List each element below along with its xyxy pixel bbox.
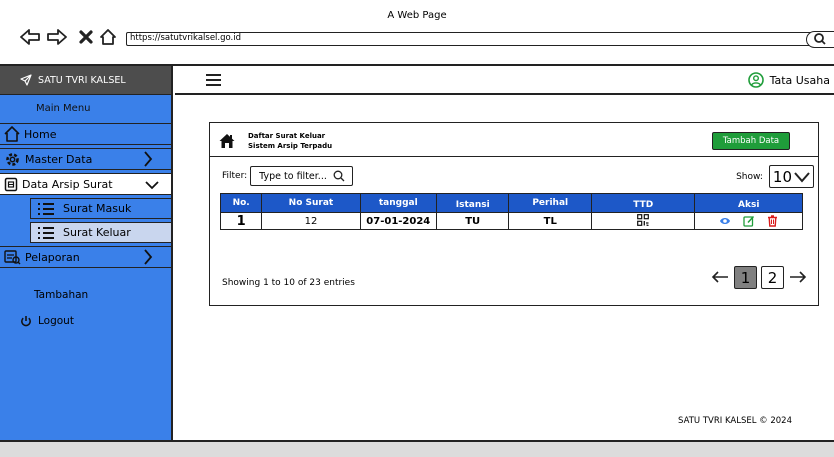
cell-perihal: TL <box>508 212 593 230</box>
sidebar: SATU TVRI KALSEL Main Menu Home Master D… <box>0 66 173 440</box>
browser-search-button[interactable] <box>806 31 834 48</box>
page-1-button[interactable]: 1 <box>734 266 757 289</box>
power-icon <box>21 315 31 326</box>
entries-info: Showing 1 to 10 of 23 entries <box>222 278 355 288</box>
sidebar-item-label: Master Data <box>25 152 93 166</box>
surat-keluar-card: Daftar Surat Keluar Sistem Arsip Terpadu… <box>209 122 819 306</box>
chevron-down-icon <box>145 181 159 190</box>
col-header-ttd[interactable]: TTD <box>591 193 696 213</box>
user-name: Tata Usaha <box>769 73 830 87</box>
search-icon <box>333 170 345 182</box>
col-header-tanggal[interactable]: tanggal <box>359 193 438 213</box>
col-header-no-surat[interactable]: No Surat <box>261 193 361 213</box>
sidebar-item-label: Data Arsip Surat <box>22 177 113 191</box>
card-title-line1: Daftar Surat Keluar <box>248 132 326 140</box>
arrow-right-outline-icon <box>47 29 67 45</box>
trash-icon[interactable] <box>767 215 778 227</box>
sidebar-item-home[interactable]: Home <box>0 123 171 145</box>
show-entries-group: Show: 10 <box>736 165 814 188</box>
stop-button[interactable] <box>76 27 96 47</box>
col-header-no[interactable]: No. <box>219 193 263 213</box>
filter-placeholder: Type to filter... <box>259 170 327 182</box>
page-2-button[interactable]: 2 <box>761 266 784 289</box>
sidebar-item-logout[interactable]: Logout <box>0 308 171 334</box>
sidebar-section-main: Main Menu <box>36 103 91 114</box>
home-icon <box>219 134 235 148</box>
table-header-row: No. No Surat tanggal Istansi Perihal TTD… <box>219 193 803 213</box>
browser-chrome: A Web Page https://satutvrikalsel.go.id <box>0 0 834 66</box>
sidebar-item-label: Logout <box>38 315 74 327</box>
sidebar-item-pelaporan[interactable]: Pelaporan <box>0 246 171 268</box>
main-content: Daftar Surat Keluar Sistem Arsip Terpadu… <box>175 95 834 440</box>
sidebar-item-data-arsip[interactable]: Data Arsip Surat <box>0 173 171 195</box>
footer-copyright: SATU TVRI KALSEL © 2024 <box>678 416 792 426</box>
home-outline-icon <box>4 126 20 142</box>
send-icon <box>20 74 32 86</box>
eye-icon[interactable] <box>719 216 731 226</box>
filter-input[interactable]: Type to filter... <box>250 166 354 186</box>
brand-label: SATU TVRI KALSEL <box>38 74 126 86</box>
sidebar-section-extra: Tambahan <box>34 289 89 301</box>
filter-label: Filter: <box>222 171 248 181</box>
sidebar-item-label: Surat Masuk <box>63 202 132 215</box>
sidebar-item-label: Home <box>24 127 57 141</box>
prev-page-button[interactable] <box>710 267 730 288</box>
cell-ttd <box>591 212 696 230</box>
topbar: Tata Usaha <box>175 66 834 95</box>
chevron-right-icon <box>144 249 153 265</box>
show-entries-select[interactable]: 10 <box>768 165 814 188</box>
archive-icon <box>4 177 18 191</box>
col-header-perihal[interactable]: Perihal <box>508 193 593 213</box>
close-icon <box>79 30 93 44</box>
sidebar-item-master-data[interactable]: Master Data <box>0 148 171 170</box>
home-button[interactable] <box>98 27 118 47</box>
table-row: 1 12 07-01-2024 TU TL <box>219 212 803 230</box>
cell-aksi <box>694 212 803 230</box>
surat-table: No. No Surat tanggal Istansi Perihal TTD… <box>219 193 803 230</box>
col-header-aksi[interactable]: Aksi <box>694 193 803 213</box>
show-value: 10 <box>772 167 792 186</box>
sidebar-item-surat-keluar[interactable]: Surat Keluar <box>30 222 171 243</box>
col-header-instansi[interactable]: Istansi <box>436 193 510 213</box>
search-icon <box>814 33 826 45</box>
add-data-button[interactable]: Tambah Data <box>712 132 790 150</box>
forward-button[interactable] <box>47 27 67 47</box>
gear-icon <box>6 152 19 166</box>
sidebar-item-label: Surat Keluar <box>63 226 131 239</box>
list-icon <box>38 202 54 215</box>
chevron-down-icon <box>794 171 810 183</box>
arrow-left-outline-icon <box>20 29 40 45</box>
pagination: 1 2 <box>710 266 808 289</box>
report-icon <box>4 250 21 265</box>
sidebar-brand[interactable]: SATU TVRI KALSEL <box>0 66 171 95</box>
card-title: Daftar Surat Keluar Sistem Arsip Terpadu <box>248 131 332 151</box>
cell-instansi: TU <box>436 212 510 230</box>
cell-tanggal: 07-01-2024 <box>359 212 438 230</box>
user-menu[interactable]: Tata Usaha <box>747 72 830 88</box>
sidebar-item-label: Pelaporan <box>25 250 80 264</box>
next-page-button[interactable] <box>788 267 808 288</box>
qr-code-icon[interactable] <box>637 213 650 226</box>
card-title-line2: Sistem Arsip Terpadu <box>248 142 333 150</box>
arrow-right-icon <box>790 271 807 283</box>
user-circle-icon <box>747 72 764 88</box>
sidebar-item-surat-masuk[interactable]: Surat Masuk <box>30 198 171 219</box>
list-icon <box>38 226 54 239</box>
edit-icon[interactable] <box>743 215 755 227</box>
window-title: A Web Page <box>387 10 447 21</box>
cell-no: 1 <box>219 212 263 230</box>
chevron-right-icon <box>144 151 153 167</box>
hamburger-menu-icon[interactable] <box>206 74 221 86</box>
cell-no-surat: 12 <box>261 212 361 230</box>
home-outline-icon <box>100 29 116 45</box>
filter-group: Filter: Type to filter... <box>222 166 354 186</box>
window-bottom-bar <box>0 440 834 457</box>
arrow-left-icon <box>711 271 728 283</box>
show-label: Show: <box>736 171 763 182</box>
card-header: Daftar Surat Keluar Sistem Arsip Terpadu… <box>210 123 818 157</box>
back-button[interactable] <box>20 27 40 47</box>
url-bar[interactable]: https://satutvrikalsel.go.id <box>126 32 818 46</box>
